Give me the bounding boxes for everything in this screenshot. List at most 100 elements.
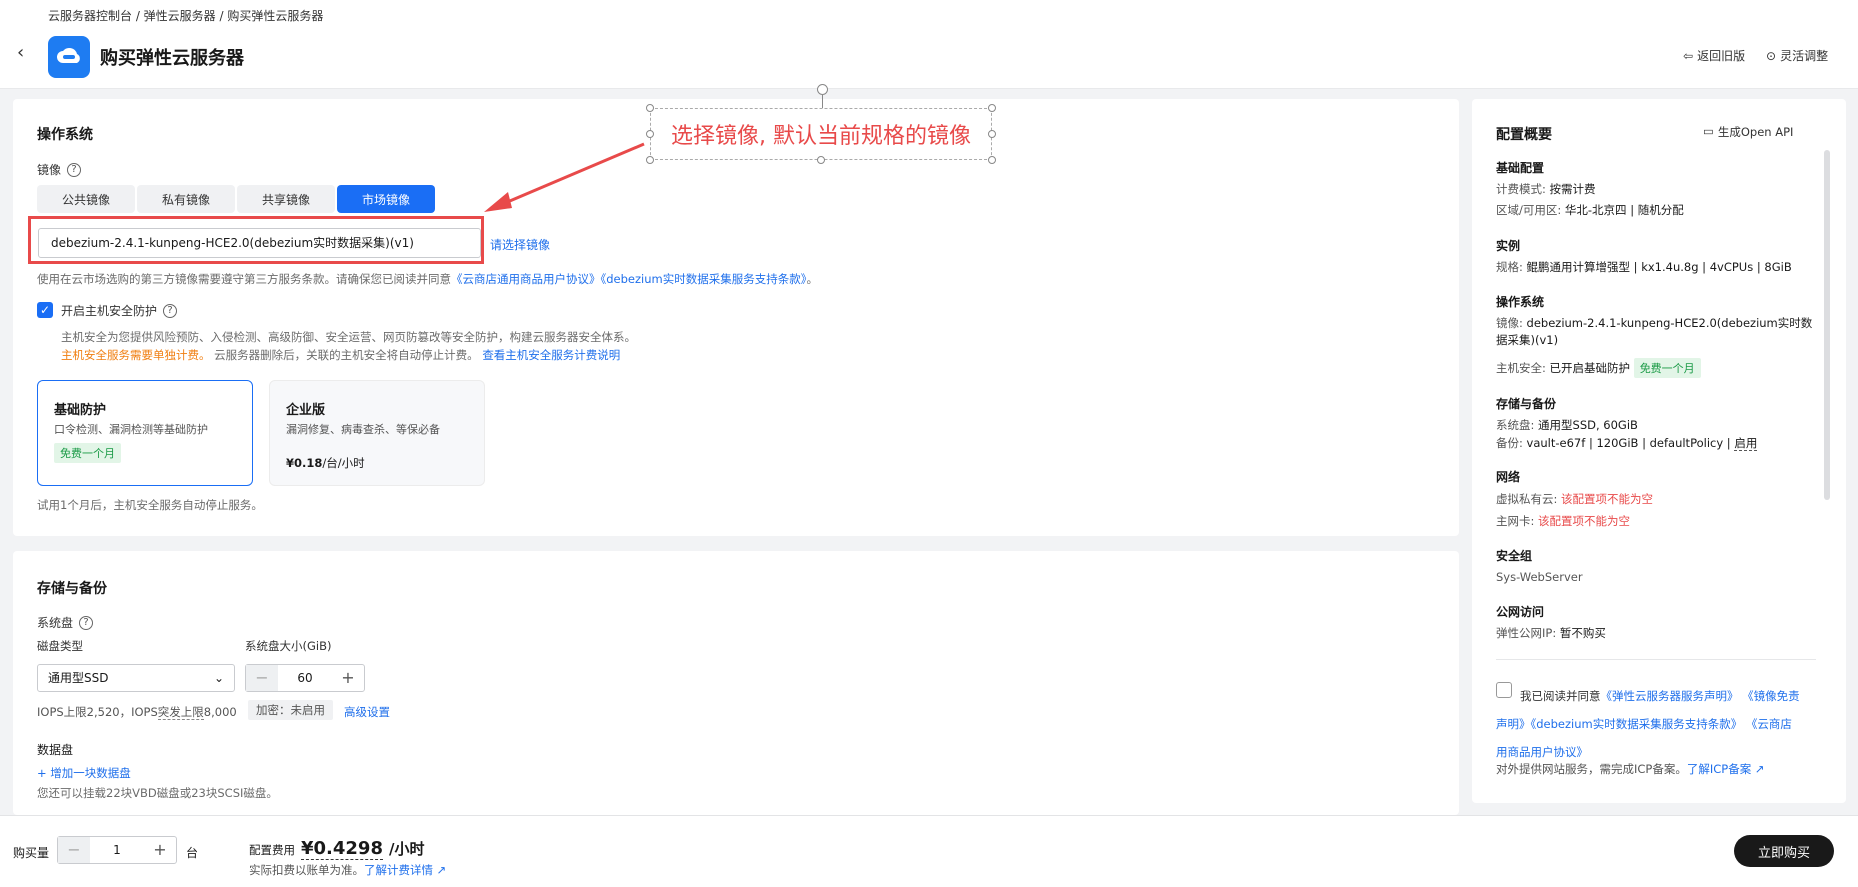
backup-status[interactable]: 启用 bbox=[1734, 436, 1758, 451]
buy-now-button[interactable]: 立即购买 bbox=[1734, 835, 1834, 867]
label: 主网卡: bbox=[1496, 514, 1535, 528]
third-party-notice: 使用在云市场选购的第三方镜像需要遵守第三方服务条款。请确保您已阅读并同意《云商店… bbox=[37, 271, 818, 287]
data-disk-label: 数据盘 bbox=[37, 743, 74, 757]
fee-details-link[interactable]: 了解计费详情 bbox=[364, 863, 433, 877]
summary-storage-title: 存储与备份 bbox=[1496, 397, 1557, 411]
summary-image-cont: 据采集)(v1) bbox=[1496, 332, 1558, 348]
qty-label: 购买量 bbox=[13, 846, 50, 860]
tab-public-image[interactable]: 公共镜像 bbox=[37, 185, 135, 213]
open-api-link[interactable]: ▭ 生成Open API bbox=[1703, 124, 1793, 140]
increment-button[interactable]: + bbox=[144, 837, 176, 863]
label: 计费模式: bbox=[1496, 182, 1546, 196]
plan-basic-title: 基础防护 bbox=[54, 403, 107, 418]
plan-basic-card[interactable]: 基础防护 口令检测、漏洞检测等基础防护 免费一个月 bbox=[37, 380, 253, 486]
agree-prefix: 我已阅读并同意 bbox=[1520, 689, 1601, 703]
resize-handle[interactable] bbox=[988, 156, 996, 164]
help-icon[interactable]: ? bbox=[67, 162, 82, 177]
os-section-title: 操作系统 bbox=[37, 127, 93, 143]
summary-title: 配置概要 bbox=[1496, 127, 1552, 143]
summary-scrollbar[interactable] bbox=[1824, 150, 1830, 500]
resize-handle[interactable] bbox=[988, 130, 996, 138]
iops-burst-value: 8,000 bbox=[203, 705, 237, 719]
help-icon[interactable]: ? bbox=[163, 303, 178, 318]
back-arrow-icon[interactable]: ‹ bbox=[17, 44, 35, 62]
free-badge: 免费一个月 bbox=[1633, 358, 1701, 378]
storage-section-title: 存储与备份 bbox=[37, 581, 107, 597]
breadcrumb[interactable]: 云服务器控制台 / 弹性云服务器 / 购买弹性云服务器 bbox=[48, 7, 323, 24]
flex-adjust-link[interactable]: ⊙ 灵活调整 bbox=[1766, 47, 1828, 64]
system-disk-text: 系统盘 bbox=[37, 616, 74, 630]
image-disclaimer-link[interactable]: 《镜像免责 bbox=[1742, 689, 1800, 703]
image-select-field[interactable]: debezium-2.4.1-kunpeng-HCE2.0(debezium实时… bbox=[38, 228, 481, 258]
label: 主机安全: bbox=[1496, 361, 1546, 375]
external-link-icon[interactable]: ↗ bbox=[1755, 762, 1765, 776]
fee-row: 配置费用 ¥0.4298 /小时 bbox=[249, 838, 424, 860]
disk-size-stepper[interactable]: − 60 + bbox=[245, 664, 365, 692]
rotate-handle[interactable] bbox=[817, 84, 828, 95]
decrement-button[interactable]: − bbox=[246, 665, 278, 691]
plan-enterprise-title: 企业版 bbox=[286, 403, 326, 418]
icp-link[interactable]: 了解ICP备案 bbox=[1687, 762, 1751, 776]
summary-vpc: 虚拟私有云: 该配置项不能为空 bbox=[1496, 491, 1653, 507]
disk-size-value[interactable]: 60 bbox=[278, 671, 332, 685]
plan-enterprise-desc: 漏洞修复、病毒查杀、等保必备 bbox=[286, 423, 440, 436]
debezium-terms-link[interactable]: 《debezium实时数据采集服务支持条款》 bbox=[601, 272, 807, 286]
plan-enterprise-price: ¥0.18/台/小时 bbox=[286, 455, 365, 471]
qty-stepper[interactable]: − 1 + bbox=[57, 836, 177, 864]
fee-note: 实际扣费以账单为准。了解计费详情 ↗ bbox=[249, 862, 446, 878]
advanced-settings-link[interactable]: 高级设置 bbox=[344, 704, 390, 720]
fee-label: 配置费用 bbox=[249, 843, 295, 857]
terminal-icon: ▭ bbox=[1703, 124, 1714, 138]
host-security-billing-link[interactable]: 查看主机安全服务计费说明 bbox=[482, 348, 620, 362]
disk-type-label: 磁盘类型 bbox=[37, 639, 83, 653]
notice-text: 使用在云市场选购的第三方镜像需要遵守第三方服务条款。请确保您已阅读并同意 bbox=[37, 272, 451, 286]
resize-handle[interactable] bbox=[646, 130, 654, 138]
disk-size-label: 系统盘大小(GiB) bbox=[245, 639, 332, 653]
tab-shared-image[interactable]: 共享镜像 bbox=[237, 185, 335, 213]
summary-nic: 主网卡: 该配置项不能为空 bbox=[1496, 513, 1630, 529]
help-icon[interactable]: ? bbox=[79, 615, 94, 630]
summary-instance-title: 实例 bbox=[1496, 239, 1521, 253]
fee-unit: /小时 bbox=[388, 840, 425, 858]
marketplace-agreement-link[interactable]: 《云商店通用商品用户协议》 bbox=[451, 272, 601, 286]
debezium-terms-link[interactable]: 《debezium实时数据采集服务支持条款》 bbox=[1531, 717, 1743, 731]
price-value: ¥0.18 bbox=[286, 456, 323, 470]
page-title: 购买弹性云服务器 bbox=[100, 48, 244, 69]
image-tabs: 公共镜像 私有镜像 共享镜像 市场镜像 bbox=[37, 185, 435, 213]
external-link-icon[interactable]: ↗ bbox=[437, 863, 447, 877]
decrement-button[interactable]: − bbox=[58, 837, 90, 863]
burst-term[interactable]: 突发上限 bbox=[157, 705, 204, 720]
summary-eip: 弹性公网IP: 暂不购买 bbox=[1496, 625, 1606, 641]
increment-button[interactable]: + bbox=[332, 665, 364, 691]
tab-market-image[interactable]: 市场镜像 bbox=[337, 185, 435, 213]
summary-spec: 规格: 鲲鹏通用计算增强型 | kx1.4u.8g | 4vCPUs | 8Gi… bbox=[1496, 259, 1792, 275]
marketplace-agreement-link[interactable]: 《云商店 bbox=[1746, 717, 1792, 731]
host-security-checkbox[interactable]: ✓ bbox=[37, 302, 53, 318]
image-label: 镜像 ? bbox=[37, 161, 82, 178]
disk-type-value: 通用型SSD bbox=[48, 671, 109, 685]
flex-adjust-label: 灵活调整 bbox=[1780, 49, 1829, 63]
resize-handle[interactable] bbox=[817, 156, 825, 164]
image-disclaimer-link-cont[interactable]: 声明》 bbox=[1496, 717, 1531, 731]
icp-note: 对外提供网站服务，需完成ICP备案。了解ICP备案 ↗ bbox=[1496, 761, 1765, 777]
summary-image: 镜像: debezium-2.4.1-kunpeng-HCE2.0(debezi… bbox=[1496, 315, 1812, 331]
ecs-statement-link[interactable]: 《弹性云服务器服务声明》 bbox=[1601, 689, 1739, 703]
qty-value[interactable]: 1 bbox=[90, 843, 144, 857]
check-circle-icon: ⊙ bbox=[1766, 48, 1777, 63]
disk-type-select[interactable]: 通用型SSD ⌄ bbox=[37, 664, 235, 692]
fee-value[interactable]: ¥0.4298 bbox=[301, 838, 383, 860]
icp-text: 对外提供网站服务，需完成ICP备案。 bbox=[1496, 762, 1687, 776]
back-old-version-link[interactable]: ⇦ 返回旧版 bbox=[1683, 47, 1745, 64]
agree-checkbox[interactable] bbox=[1496, 682, 1512, 698]
value: debezium-2.4.1-kunpeng-HCE2.0(debezium实时… bbox=[1526, 316, 1813, 330]
reselect-image-link[interactable]: 请选择镜像 bbox=[490, 236, 550, 253]
price-unit: /台/小时 bbox=[322, 456, 365, 470]
tab-private-image[interactable]: 私有镜像 bbox=[137, 185, 235, 213]
host-security-label: 开启主机安全防护 ? bbox=[61, 302, 178, 319]
resize-handle[interactable] bbox=[646, 104, 654, 112]
resize-handle[interactable] bbox=[988, 104, 996, 112]
value: 华北-北京四 | 随机分配 bbox=[1564, 203, 1684, 217]
plan-enterprise-card[interactable]: 企业版 漏洞修复、病毒查杀、等保必备 ¥0.18/台/小时 bbox=[269, 380, 485, 486]
add-data-disk-link[interactable]: + 增加一块数据盘 bbox=[37, 765, 131, 781]
free-badge: 免费一个月 bbox=[54, 443, 121, 463]
